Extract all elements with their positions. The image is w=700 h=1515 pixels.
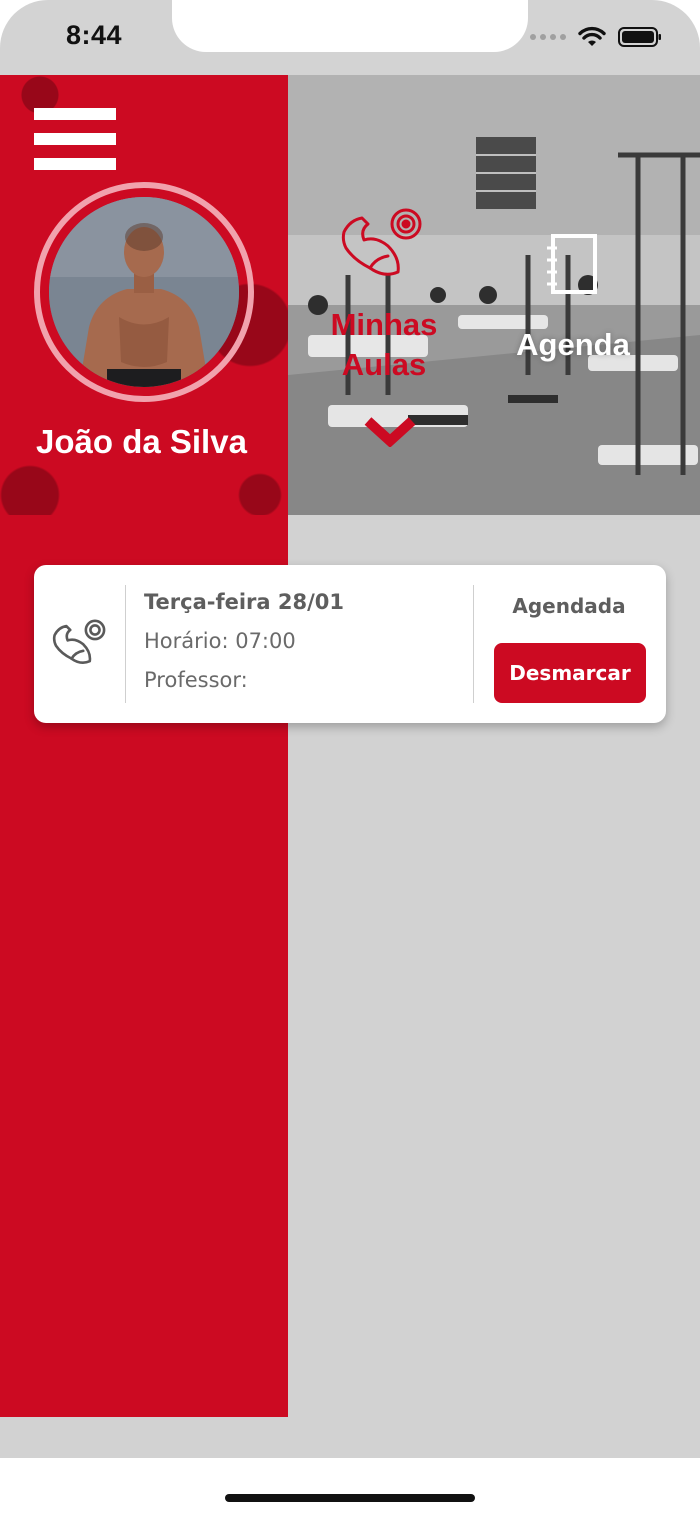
- class-card: Terça-feira 28/01 Horário: 07:00 Profess…: [34, 565, 666, 723]
- wifi-icon: [578, 26, 606, 46]
- card-divider: [125, 585, 126, 703]
- hamburger-menu-icon[interactable]: [34, 108, 116, 170]
- notch: [172, 0, 528, 52]
- flexed-arm-dumbbell-icon: [52, 619, 106, 664]
- avatar-ring: [34, 182, 254, 402]
- notebook-icon[interactable]: [547, 234, 599, 296]
- class-time: Horário: 07:00: [144, 629, 296, 653]
- chevron-down-icon: [364, 417, 416, 447]
- gym-header-image: [288, 75, 700, 515]
- sidebar: João da Silva: [0, 75, 288, 1417]
- class-status: Agendada: [512, 594, 626, 618]
- tab-agenda[interactable]: Agenda: [505, 325, 641, 365]
- unschedule-button[interactable]: Desmarcar: [494, 643, 646, 703]
- battery-icon: [618, 27, 661, 47]
- phone-screen: 8:44 João da Silva Minhas Aulas Agenda T…: [0, 0, 700, 1515]
- avatar[interactable]: [49, 197, 239, 387]
- class-date: Terça-feira 28/01: [144, 590, 345, 614]
- status-icons: [530, 26, 662, 48]
- class-professor: Professor:: [144, 668, 248, 692]
- status-time: 8:44: [66, 20, 123, 50]
- cellular-signal-icon: [530, 34, 566, 40]
- user-name: João da Silva: [36, 423, 247, 460]
- status-bar: 8:44: [0, 0, 700, 75]
- home-indicator[interactable]: [225, 1494, 475, 1502]
- tab-minhas-aulas[interactable]: Minhas Aulas: [325, 305, 443, 385]
- flexed-arm-dumbbell-icon[interactable]: [340, 206, 426, 282]
- avatar-portrait-icon: [49, 197, 239, 387]
- gym-photo-icon: [288, 75, 700, 515]
